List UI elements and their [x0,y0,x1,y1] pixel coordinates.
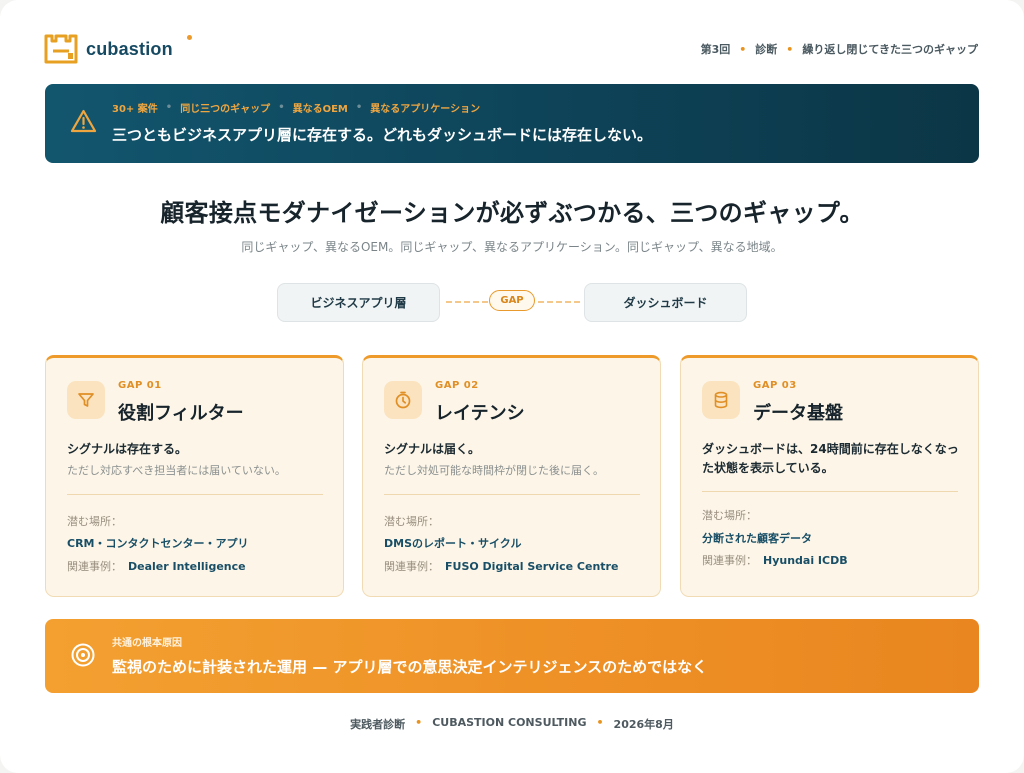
where-value: CRM・コンタクトセンター・アプリ [67,537,249,550]
tag-separator: • [278,102,285,113]
footer: 実践者診断 • CUBASTION CONSULTING • 2026年8月 [0,716,1024,732]
target-icon [71,643,95,667]
card-note: ただし対処可能な時間枠が閉じた後に届く。 [384,464,604,477]
footer-date: 2026年8月 [613,718,674,731]
warning-icon [70,109,97,133]
tag-separator: • [165,102,173,113]
gap-card-latency: GAP 02 レイテンシ シグナルは届く。 ただし対処可能な時間枠が閉じた後に届… [362,355,661,597]
page-title: 顧客接点モダナイゼーションが必ずぶつかる、三つのギャップ。 [160,199,864,227]
footer-type: 実践者診断 [350,718,406,731]
breadcrumb-topic: 繰り返し閉じてきた三つのギャップ [802,43,978,56]
case-value: Hyundai ICDB [763,554,848,567]
breadcrumb-session: 第3回 [700,43,731,56]
card-icon-box [384,381,422,419]
root-cause-label: 共通の根本原因 [112,638,182,649]
alert-banner: 30+ 案件 • 同じ三つのギャップ • 異なるOEM • 異なるアプリケーショ… [45,84,979,163]
case-row: 関連事例： Dealer Intelligence [67,558,246,574]
card-label: GAP 03 [753,380,797,391]
banner-tag: 同じ三つのギャップ [180,104,271,115]
banner-tag: 異なるOEM [292,104,348,115]
logo: cubastion [44,33,192,65]
where-label: 潜む場所： [67,515,122,528]
card-lead: ダッシュボードは、24時間前に存在しなくなった状態を表示している。 [702,442,959,475]
card-label: GAP 02 [435,380,479,391]
where-value: 分断された顧客データ [702,532,812,545]
card-title: データ基盤 [753,403,843,424]
breadcrumb: 第3回 • 診断 • 繰り返し閉じてきた三つのギャップ [701,41,978,57]
card-title: レイテンシ [435,403,525,424]
footer-company: CUBASTION CONSULTING [432,716,587,729]
stopwatch-icon [395,391,411,409]
gap-connector-left [446,301,488,303]
banner-message: 三つともビジネスアプリ層に存在する。どれもダッシュボードには存在しない。 [112,126,653,144]
business-app-layer-node: ビジネスアプリ層 [277,283,440,322]
page-subtitle: 同じギャップ、異なるOEM。同じギャップ、異なるアプリケーション。同じギャップ、… [241,240,783,254]
database-icon [714,391,728,409]
case-row: 関連事例： Hyundai ICDB [702,552,848,568]
castle-logo-icon [44,34,78,64]
gap-card-data-foundation: GAP 03 データ基盤 ダッシュボードは、24時間前に存在しなくなった状態を表… [680,355,979,597]
card-note: ただし対応すべき担当者には届いていない。 [67,464,286,477]
case-value: FUSO Digital Service Centre [445,560,619,573]
case-value: Dealer Intelligence [128,560,246,573]
where-label: 潜む場所： [702,509,757,522]
case-label: 関連事例： [384,560,439,573]
card-divider [702,491,958,492]
root-cause-banner: 共通の根本原因 監視のために計装された運用 — アプリ層での意思決定インテリジェ… [45,619,979,693]
card-divider [384,494,640,495]
brand-dot [187,35,192,40]
root-cause-message: 監視のために計装された運用 — アプリ層での意思決定インテリジェンスのためではな… [112,658,708,676]
breadcrumb-separator: • [739,42,747,56]
slide-page: cubastion 第3回 • 診断 • 繰り返し閉じてきた三つのギャップ 30… [0,0,1024,773]
filter-icon [78,393,94,407]
breadcrumb-section: 診断 [755,43,778,56]
gap-card-role-filter: GAP 01 役割フィルター シグナルは存在する。 ただし対応すべき担当者には届… [45,355,344,597]
banner-tags: 30+ 案件 • 同じ三つのギャップ • 異なるOEM • 異なるアプリケーショ… [112,100,480,115]
card-icon-box [702,381,740,419]
card-lead: シグナルは届く。 [384,442,481,456]
case-label: 関連事例： [67,560,122,573]
dashboard-node: ダッシュボード [584,283,747,322]
gap-badge: GAP [489,290,535,311]
card-label: GAP 01 [118,380,162,391]
banner-tag: 30+ 案件 [112,104,158,115]
brand-name: cubastion [86,38,173,59]
case-row: 関連事例： FUSO Digital Service Centre [384,558,618,574]
card-icon-box [67,381,105,419]
where-label: 潜む場所： [384,515,439,528]
banner-tag: 異なるアプリケーション [370,104,481,115]
where-value: DMSのレポート・サイクル [384,537,522,550]
footer-separator: • [415,716,423,729]
tag-separator: • [355,102,363,113]
card-lead: シグナルは存在する。 [67,442,188,456]
case-label: 関連事例： [702,554,757,567]
card-title: 役割フィルター [118,403,244,424]
breadcrumb-separator: • [786,42,794,56]
gap-connector-right [538,301,580,303]
card-divider [67,494,323,495]
footer-separator: • [596,716,604,729]
